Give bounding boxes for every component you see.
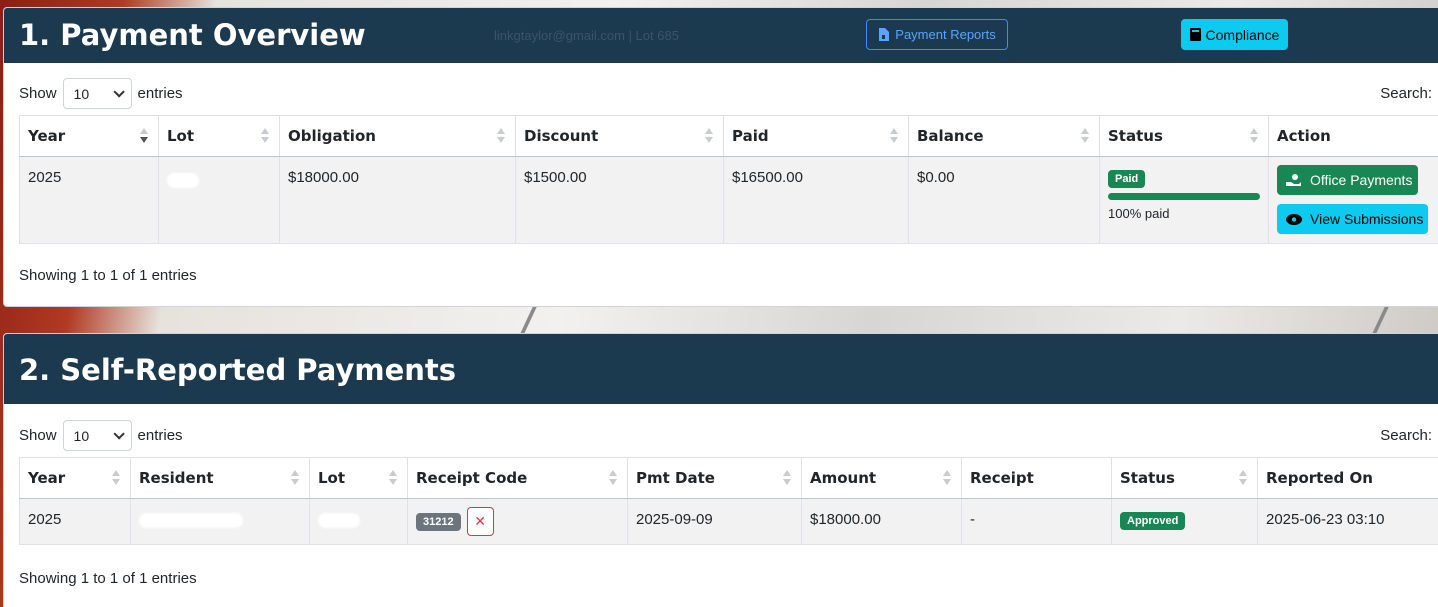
sort-icon: [890, 128, 898, 144]
column-header-receipt-code[interactable]: Receipt Code: [407, 457, 628, 499]
progress-fill: [1108, 193, 1260, 200]
close-icon: ✕: [474, 513, 486, 529]
page-size-control: Show 10 entries: [19, 420, 183, 451]
cell-lot: [309, 498, 408, 545]
cell-receipt: -: [961, 498, 1112, 545]
sort-icon: [291, 470, 299, 486]
column-header-paid[interactable]: Paid: [723, 115, 909, 157]
office-payments-label: Office Payments: [1310, 172, 1413, 188]
column-header-pmt-date[interactable]: Pmt Date: [627, 457, 802, 499]
show-label: Show: [19, 427, 57, 444]
card-header: 1. Payment Overview linkgtaylor@gmail.co…: [4, 8, 1438, 63]
payment-reports-button[interactable]: Payment Reports: [866, 19, 1008, 50]
page-size-select[interactable]: 10: [62, 78, 132, 109]
column-header-resident[interactable]: Resident: [130, 457, 310, 499]
entries-label: entries: [137, 427, 183, 444]
chevron-down-icon: [112, 427, 125, 440]
column-header-reported-on[interactable]: Reported On: [1257, 457, 1438, 499]
chevron-down-icon: [112, 85, 125, 98]
eye-icon: [1286, 213, 1302, 225]
compliance-button[interactable]: Compliance: [1181, 19, 1288, 50]
sort-icon: [783, 470, 791, 486]
payment-overview-card: 1. Payment Overview linkgtaylor@gmail.co…: [3, 7, 1438, 307]
sort-icon: [261, 128, 269, 144]
column-header-action: Action: [1268, 115, 1438, 157]
redacted-value: [167, 173, 199, 188]
column-header-discount[interactable]: Discount: [515, 115, 724, 157]
payment-progress-bar: [1108, 193, 1260, 200]
table-row: 2025 $18000.00 $1500.00 $16500.00 $0.00 …: [19, 156, 1438, 244]
show-label: Show: [19, 85, 57, 102]
cell-paid: $16500.00: [723, 156, 909, 244]
cell-year: 2025: [19, 156, 159, 244]
cell-amount: $18000.00: [801, 498, 962, 545]
payment-reports-label: Payment Reports: [895, 27, 996, 42]
sort-icon: [705, 128, 713, 144]
user-info: linkgtaylor@gmail.com | Lot 685: [494, 28, 679, 43]
file-icon: [879, 28, 890, 41]
column-header-balance[interactable]: Balance: [908, 115, 1100, 157]
cell-reported-on: 2025-06-23 03:10: [1257, 498, 1438, 545]
office-payments-button[interactable]: Office Payments: [1277, 165, 1418, 195]
search-label: Search:: [1380, 427, 1432, 444]
progress-text: 100% paid: [1108, 206, 1170, 221]
cell-action: Office Payments View Submissions: [1268, 156, 1438, 244]
column-header-lot[interactable]: Lot: [309, 457, 408, 499]
delete-button[interactable]: ✕: [466, 507, 494, 536]
sort-icon: [1239, 470, 1247, 486]
view-submissions-label: View Submissions: [1310, 211, 1424, 227]
sort-icon: [1250, 128, 1258, 144]
column-header-year[interactable]: Year: [19, 115, 159, 157]
sort-icon: [1081, 128, 1089, 144]
cell-obligation: $18000.00: [279, 156, 516, 244]
entries-label: entries: [137, 85, 183, 102]
status-badge: Approved: [1120, 512, 1186, 530]
overview-table: Year Lot Obligation Discount Paid Balanc…: [19, 115, 1438, 244]
column-header-year[interactable]: Year: [19, 457, 131, 499]
cell-balance: $0.00: [908, 156, 1100, 244]
cell-status: Approved: [1111, 498, 1258, 545]
cell-resident: [130, 498, 310, 545]
cell-status: Paid 100% paid: [1099, 156, 1269, 244]
cell-discount: $1500.00: [515, 156, 724, 244]
compliance-label: Compliance: [1205, 26, 1280, 43]
cell-lot: [158, 156, 280, 244]
table-row: 2025 31212 ✕ 2025-09-09 $18000.00 - Appro…: [19, 498, 1438, 545]
receipt-code-badge: 31212: [416, 513, 461, 532]
search-label: Search:: [1380, 85, 1432, 102]
sort-icon: [943, 470, 951, 486]
page-title: 1. Payment Overview: [19, 18, 366, 52]
redacted-value: [318, 513, 360, 528]
cell-receipt-code: 31212 ✕: [407, 498, 628, 545]
redacted-value: [139, 513, 243, 528]
page-size-control: Show 10 entries: [19, 78, 183, 109]
table-info: Showing 1 to 1 of 1 entries: [19, 267, 197, 284]
book-icon: [1189, 28, 1201, 41]
cell-year: 2025: [19, 498, 131, 545]
sort-icon: [497, 128, 505, 144]
section-title: 2. Self-Reported Payments: [19, 353, 457, 387]
column-header-obligation[interactable]: Obligation: [279, 115, 516, 157]
hand-money-icon: [1286, 174, 1301, 186]
sort-icon: [609, 470, 617, 486]
column-header-status[interactable]: Status: [1099, 115, 1269, 157]
page-size-value: 10: [73, 85, 90, 102]
column-header-receipt: Receipt: [961, 457, 1112, 499]
sort-icon: [389, 470, 397, 486]
column-header-amount[interactable]: Amount: [801, 457, 962, 499]
sort-icon: [112, 470, 120, 486]
status-badge: Paid: [1108, 170, 1146, 188]
view-submissions-button[interactable]: View Submissions: [1277, 204, 1428, 234]
card-header: 2. Self-Reported Payments: [4, 334, 1438, 404]
sort-icon: [140, 128, 148, 144]
self-reported-table: Year Resident Lot Receipt Code Pmt Date …: [19, 457, 1438, 545]
column-header-status[interactable]: Status: [1111, 457, 1258, 499]
table-info: Showing 1 to 1 of 1 entries: [19, 570, 197, 587]
self-reported-card: 2. Self-Reported Payments Show 10 entrie…: [3, 333, 1438, 607]
column-header-lot[interactable]: Lot: [158, 115, 280, 157]
cell-pmt-date: 2025-09-09: [627, 498, 802, 545]
page-size-value: 10: [73, 427, 90, 444]
page-size-select[interactable]: 10: [62, 420, 132, 451]
